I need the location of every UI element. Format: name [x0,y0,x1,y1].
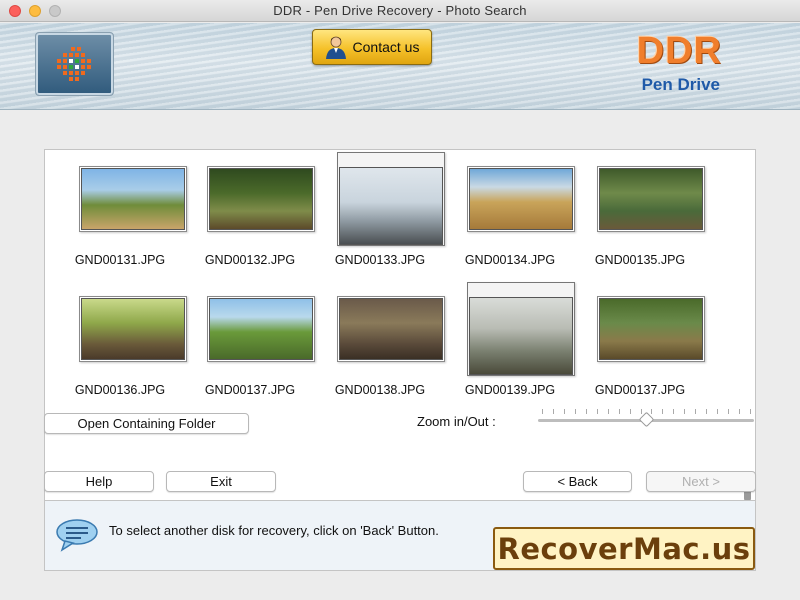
help-button[interactable]: Help [44,471,154,492]
thumbnail-frame [207,166,315,232]
thumbnail-label: GND00131.JPG [74,253,166,267]
zoom-slider-tick [662,409,664,414]
thumbnail-frame [207,296,315,362]
thumbnail-frame [337,296,445,362]
zoom-slider-tick [651,409,653,414]
photo-thumbnail[interactable]: GND00134.JPG [445,152,575,282]
thumbnail-frame-selected [337,152,445,246]
contact-us-label: Contact us [352,39,420,55]
photo-image [209,298,313,360]
exit-label: Exit [210,474,232,489]
photo-image [469,168,573,230]
zoom-slider-tick [607,409,609,414]
app-logo-icon [57,47,91,81]
zoom-slider-tick [552,409,554,414]
photo-thumbnail[interactable]: GND00138.JPG [315,280,445,410]
zoom-slider-tick [706,409,708,414]
photo-image [81,298,185,360]
help-label: Help [85,474,113,489]
thumbnail-label: GND00139.JPG [464,383,556,397]
contact-us-button[interactable]: Contact us [312,29,432,65]
zoom-slider-tick [728,409,730,414]
open-containing-folder-label: Open Containing Folder [77,416,216,431]
next-label: Next > [682,474,720,489]
recovermac-watermark: RecoverMac.us [493,527,755,570]
photo-thumbnail[interactable]: GND00133.JPG [315,152,445,282]
zoom-label: Zoom in/Out : [417,414,496,429]
thumbnail-frame [597,166,705,232]
brand-title: DDR [636,30,722,72]
zoom-slider-tick [629,409,631,414]
photo-thumbnail[interactable]: GND00139.JPG [445,280,575,410]
zoom-slider-tick [574,409,576,414]
app-logo [35,32,114,96]
zoom-slider-tick [542,409,543,414]
photo-image [339,167,443,245]
thumbnail-frame [467,166,575,232]
zoom-slider-tick [640,409,642,414]
zoom-slider-tick [618,409,620,414]
window-titlebar: DDR - Pen Drive Recovery - Photo Search [0,0,800,22]
photo-thumbnail[interactable]: GND00137.JPG [185,280,315,410]
zoom-slider-tick [684,409,686,414]
open-containing-folder-button[interactable]: Open Containing Folder [44,413,249,434]
support-person-icon [325,35,347,59]
exit-button[interactable]: Exit [166,471,276,492]
app-header: Contact us DDR Pen Drive [0,23,800,110]
thumbnail-label: GND00135.JPG [594,253,686,267]
window-title: DDR - Pen Drive Recovery - Photo Search [273,3,527,18]
photo-image [469,297,573,375]
thumbnail-label: GND00136.JPG [74,383,166,397]
photo-gallery[interactable]: GND00131.JPG GND00132.JPG GND00133.JPG G… [44,149,756,511]
zoom-slider-tick [673,409,675,414]
brand-subtitle: Pen Drive [641,75,720,94]
photo-image [209,168,313,230]
photo-thumbnail[interactable]: GND00137.JPG [575,280,705,410]
thumbnail-label: GND00133.JPG [334,253,426,267]
photo-image [81,168,185,230]
zoom-slider-tick [750,409,751,414]
zoom-slider-tick [596,409,598,414]
photo-image [599,298,703,360]
thumbnail-label: GND00134.JPG [464,253,556,267]
zoom-slider-tick [585,409,587,414]
photo-thumbnail[interactable]: GND00135.JPG [575,152,705,282]
thumbnail-label: GND00132.JPG [204,253,296,267]
thumbnail-label: GND00138.JPG [334,383,426,397]
thumbnail-frame [79,296,187,362]
photo-image [599,168,703,230]
thumbnail-frame-selected [467,282,575,376]
zoom-slider-tick [717,409,719,414]
photo-thumbnail[interactable]: GND00131.JPG [55,152,187,282]
back-label: < Back [557,474,598,489]
info-message: To select another disk for recovery, cli… [109,523,439,538]
back-button[interactable]: < Back [523,471,632,492]
chat-bubble-icon [56,519,98,552]
zoom-slider-tick [739,409,741,414]
zoom-slider[interactable] [538,409,754,433]
photo-image [339,298,443,360]
gallery-scrollbar[interactable] [741,152,753,508]
thumbnail-frame [597,296,705,362]
next-button[interactable]: Next > [646,471,756,492]
zoom-slider-knob[interactable] [638,411,655,428]
photo-thumbnail[interactable]: GND00132.JPG [185,152,315,282]
photo-thumbnail[interactable]: GND00136.JPG [55,280,187,410]
thumbnail-frame [79,166,187,232]
zoom-slider-tick [563,409,565,414]
thumbnail-label: GND00137.JPG [204,383,296,397]
zoom-slider-tick [695,409,697,414]
thumbnail-label: GND00137.JPG [594,383,686,397]
